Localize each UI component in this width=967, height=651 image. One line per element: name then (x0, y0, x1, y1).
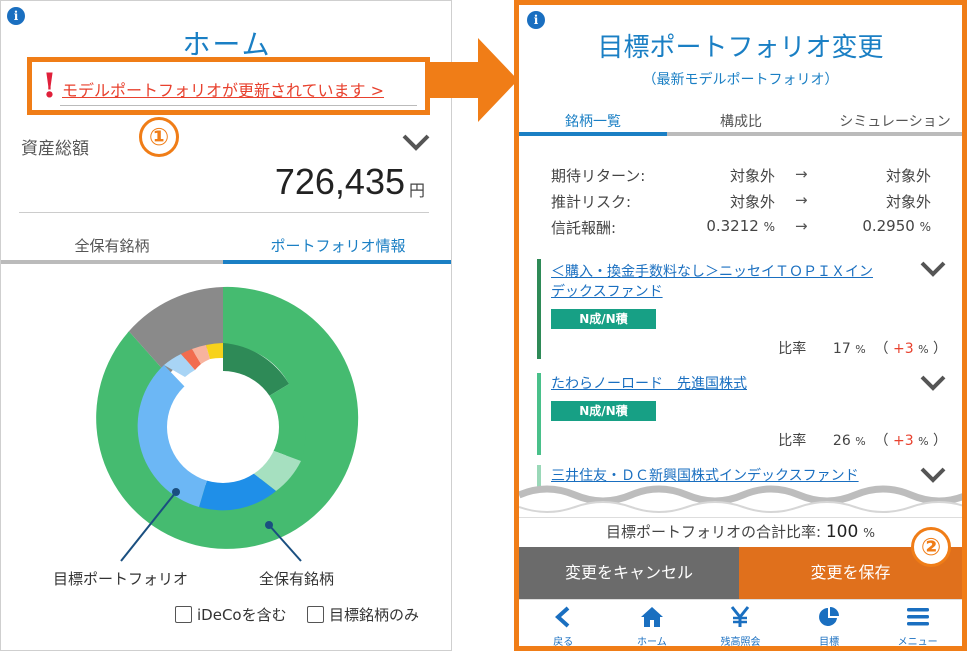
arrow-right-icon: → (795, 191, 808, 209)
metric-estimated-risk: 推計リスク: 対象外 → 対象外 (551, 191, 931, 213)
page-title: 目標ポートフォリオ変更 (597, 33, 884, 63)
metric-to: 対象外 (885, 167, 931, 185)
fund-item: ＜購入・換金手数料なし＞ニッセイＴＯＰＩＸイン デックスファンド N成/N積 比率… (537, 259, 947, 359)
home-icon (640, 607, 663, 627)
tab-portfolio-info[interactable]: ポートフォリオ情報 (223, 235, 451, 256)
fund-ratio: 比率 26 % （ +3 % ） (778, 433, 947, 449)
alert-divider (60, 105, 417, 106)
nav-menu[interactable]: メニュー (873, 600, 962, 646)
metric-label: 信託報酬: (551, 219, 617, 237)
home-screen: i ホーム ! モデルポートフォリオが更新されています > ① 資産総額 726… (0, 0, 452, 651)
model-portfolio-updated-link[interactable]: モデルポートフォリオが更新されています > (62, 77, 384, 101)
nav-back[interactable]: 戻る (519, 600, 608, 646)
legend-all-holdings: 全保有銘柄 (259, 570, 335, 588)
chevron-down-icon[interactable] (919, 259, 947, 279)
total-ratio-row: 目標ポートフォリオの合計比率: 100 % (519, 517, 962, 547)
metric-to: 0.2950 % (862, 217, 931, 235)
exclamation-icon: ! (42, 66, 57, 106)
total-ratio-label: 目標ポートフォリオの合計比率: (606, 523, 822, 541)
chevron-down-icon[interactable] (919, 373, 947, 393)
nav-target[interactable]: 目標 (785, 600, 874, 646)
tab-indicator-active (519, 132, 667, 136)
ideco-checkbox-label: iDeCoを含む (197, 606, 287, 624)
fund-item: たわらノーロード 先進国株式 N成/N積 比率 26 % （ +3 % ） (537, 373, 947, 455)
page-subtitle: （最新モデルポートフォリオ） (642, 72, 839, 88)
total-assets-value: 726,435 (274, 161, 405, 202)
metric-from: 対象外 (729, 193, 775, 211)
leader-dot-outer (265, 521, 273, 529)
menu-icon (906, 608, 929, 626)
target-only-checkbox-label: 目標銘柄のみ (329, 606, 420, 624)
leader-dot-inner (172, 488, 180, 496)
pie-icon (819, 607, 840, 626)
chevron-down-icon[interactable] (401, 131, 431, 153)
transition-arrow-icon (430, 38, 518, 122)
bottom-navigation: 戻る ホーム 残高照会 目標 メニュー (519, 599, 962, 646)
tab-all-holdings[interactable]: 全保有銘柄 (1, 235, 223, 256)
metric-label: 推計リスク: (551, 193, 632, 211)
total-ratio-value: 100 (825, 522, 859, 542)
fund-color-stripe (537, 259, 541, 359)
donut-hole (167, 371, 279, 483)
target-portfolio-change-screen: i 目標ポートフォリオ変更 （最新モデルポートフォリオ） 銘柄一覧 構成比 シミ… (514, 0, 967, 651)
metric-from: 対象外 (729, 167, 775, 185)
total-ratio-unit: % (863, 525, 875, 540)
tab-indicator (667, 132, 962, 136)
divider (19, 212, 429, 213)
nav-balance[interactable]: 残高照会 (696, 600, 785, 646)
arrow-right-icon: → (795, 217, 808, 235)
metric-label: 期待リターン: (551, 167, 646, 185)
step-marker-2: ② (911, 527, 951, 567)
cancel-change-button[interactable]: 変更をキャンセル (519, 547, 739, 599)
yen-icon (731, 606, 750, 627)
content-cut-wave (519, 485, 962, 517)
fund-name-link[interactable]: ＜購入・換金手数料なし＞ニッセイＴＯＰＩＸイン デックスファンド (551, 262, 873, 302)
total-assets-label: 資産総額 (21, 139, 89, 159)
ideco-checkbox[interactable]: iDeCoを含む (175, 604, 287, 625)
portfolio-donut-chart (96, 286, 359, 562)
tab-composition[interactable]: 構成比 (667, 111, 815, 131)
metric-to: 対象外 (885, 193, 931, 211)
nav-home[interactable]: ホーム (608, 600, 697, 646)
checkbox-box[interactable] (175, 606, 192, 623)
tab-simulation[interactable]: シミュレーション (815, 111, 962, 131)
fund-ratio: 比率 17 % （ +3 % ） (778, 341, 947, 357)
step-marker-1: ① (139, 117, 179, 157)
nisa-tag: N成/N積 (551, 401, 656, 421)
fund-color-stripe (537, 373, 541, 455)
metric-expected-return: 期待リターン: 対象外 → 対象外 (551, 165, 931, 187)
tab-fund-list[interactable]: 銘柄一覧 (519, 111, 667, 131)
checkbox-box[interactable] (307, 606, 324, 623)
total-assets-unit: 円 (409, 181, 426, 200)
target-only-checkbox[interactable]: 目標銘柄のみ (307, 604, 419, 625)
back-icon (555, 606, 570, 628)
metric-trust-fee: 信託報酬: 0.3212 % → 0.2950 % (551, 217, 931, 239)
legend-target-portfolio: 目標ポートフォリオ (53, 570, 189, 588)
arrow-right-icon: → (795, 165, 808, 183)
nisa-tag: N成/N積 (551, 309, 656, 329)
model-portfolio-alert[interactable]: ! モデルポートフォリオが更新されています > (27, 57, 430, 115)
metric-from: 0.3212 % (706, 217, 775, 235)
fund-name-link[interactable]: たわらノーロード 先進国株式 (551, 374, 747, 394)
